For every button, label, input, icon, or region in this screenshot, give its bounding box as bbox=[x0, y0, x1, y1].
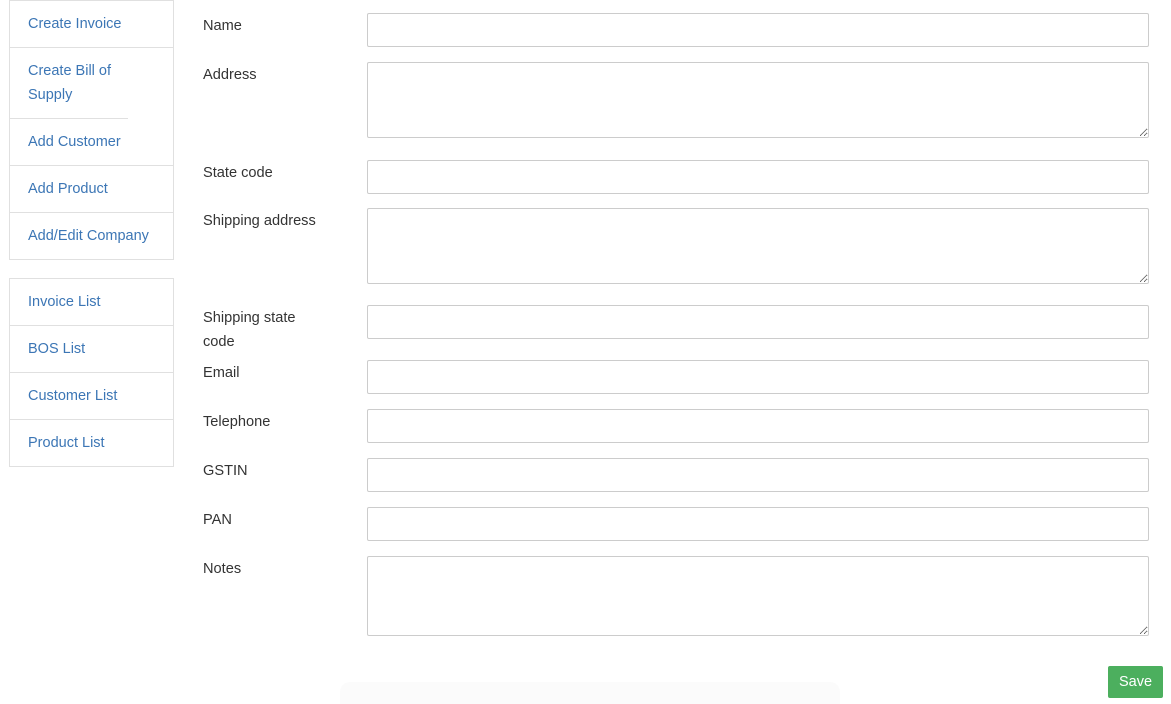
customer-form: Name Address State code Shipping address bbox=[203, 0, 1149, 641]
save-button[interactable]: Save bbox=[1108, 666, 1163, 698]
form-row-name: Name bbox=[203, 0, 1149, 48]
pan-input[interactable] bbox=[367, 507, 1149, 541]
page-root: Create Invoice Create Bill of Supply Add… bbox=[0, 0, 1171, 704]
sidebar-group-actions: Create Invoice Create Bill of Supply Add… bbox=[9, 0, 174, 260]
sidebar-item-bos-list[interactable]: BOS List bbox=[10, 326, 173, 373]
telephone-input[interactable] bbox=[367, 409, 1149, 443]
field-wrap-telephone bbox=[367, 409, 1149, 443]
form-row-email: Email bbox=[203, 349, 1149, 398]
bottom-sheet bbox=[340, 682, 840, 704]
label-shipping-address: Shipping address bbox=[203, 213, 316, 229]
label-notes: Notes bbox=[203, 561, 242, 577]
label-email: Email bbox=[203, 365, 240, 381]
sidebar-item-create-bill-of-supply[interactable]: Create Bill of Supply bbox=[10, 48, 128, 119]
sidebar-group-lists: Invoice List BOS List Customer List Prod… bbox=[9, 278, 174, 467]
form-row-gstin: GSTIN bbox=[203, 447, 1149, 496]
label-shipping-state-code: Shipping state code bbox=[203, 310, 296, 350]
field-wrap-notes bbox=[367, 556, 1149, 636]
field-wrap-shipping-address bbox=[367, 208, 1149, 284]
form-row-pan: PAN bbox=[203, 496, 1149, 545]
label-state-code: State code bbox=[203, 165, 273, 181]
label-telephone: Telephone bbox=[203, 414, 271, 430]
label-address: Address bbox=[203, 67, 257, 83]
form-row-address: Address bbox=[203, 48, 1149, 146]
field-wrap-shipping-state-code bbox=[367, 305, 1149, 339]
gstin-input[interactable] bbox=[367, 458, 1149, 492]
sidebar-item-add-edit-company[interactable]: Add/Edit Company bbox=[10, 213, 173, 260]
field-wrap-email bbox=[367, 360, 1149, 394]
email-input[interactable] bbox=[367, 360, 1149, 394]
sidebar-item-product-list[interactable]: Product List bbox=[10, 420, 173, 467]
shipping-state-code-input[interactable] bbox=[367, 305, 1149, 339]
field-wrap-gstin bbox=[367, 458, 1149, 492]
field-wrap-address bbox=[367, 62, 1149, 138]
name-input[interactable] bbox=[367, 13, 1149, 47]
sidebar-item-add-product[interactable]: Add Product bbox=[10, 166, 173, 213]
field-wrap-state-code bbox=[367, 160, 1149, 194]
form-row-telephone: Telephone bbox=[203, 398, 1149, 447]
field-wrap-name bbox=[367, 13, 1149, 47]
shipping-address-textarea[interactable] bbox=[367, 208, 1149, 284]
label-pan: PAN bbox=[203, 512, 232, 528]
notes-textarea[interactable] bbox=[367, 556, 1149, 636]
field-wrap-pan bbox=[367, 507, 1149, 541]
sidebar-item-add-customer[interactable]: Add Customer bbox=[10, 119, 173, 166]
form-row-shipping-address: Shipping address bbox=[203, 195, 1149, 293]
address-textarea[interactable] bbox=[367, 62, 1149, 138]
sidebar-item-create-invoice[interactable]: Create Invoice bbox=[10, 1, 173, 48]
label-gstin: GSTIN bbox=[203, 463, 248, 479]
form-row-state-code: State code bbox=[203, 146, 1149, 195]
sidebar: Create Invoice Create Bill of Supply Add… bbox=[9, 0, 174, 467]
sidebar-item-invoice-list[interactable]: Invoice List bbox=[10, 279, 173, 326]
state-code-input[interactable] bbox=[367, 160, 1149, 194]
sidebar-item-customer-list[interactable]: Customer List bbox=[10, 373, 173, 420]
form-row-notes: Notes bbox=[203, 545, 1149, 641]
form-row-shipping-state-code: Shipping state code bbox=[203, 293, 1149, 350]
label-name: Name bbox=[203, 18, 242, 34]
